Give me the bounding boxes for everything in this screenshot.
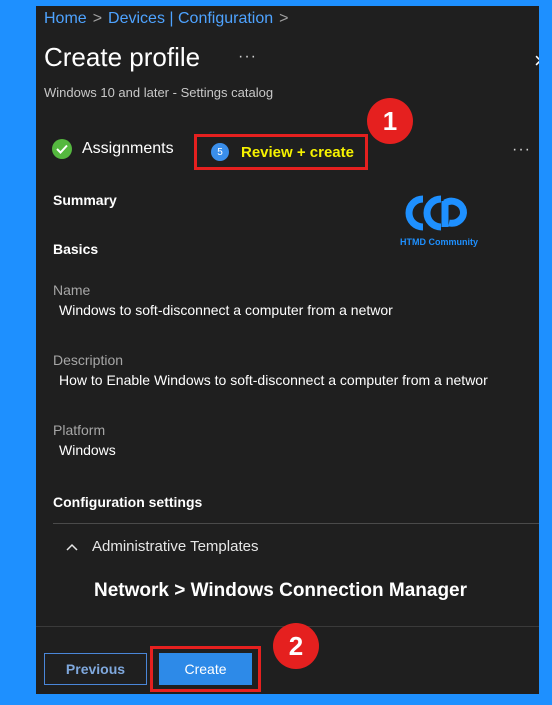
name-value: Windows to soft-disconnect a computer fr…: [59, 302, 393, 318]
annotation-badge-2: 2: [273, 623, 319, 669]
breadcrumb-devices-configuration-link[interactable]: Devices | Configuration: [108, 10, 273, 27]
settings-path-heading: Network > Windows Connection Manager: [94, 580, 468, 601]
accordion-label: Administrative Templates: [92, 538, 259, 555]
platform-label: Platform: [53, 422, 106, 438]
steps-more-icon[interactable]: ···: [512, 141, 531, 159]
logo-text: HTMD Community: [400, 237, 478, 247]
htmd-community-logo: HTMD Community: [399, 191, 479, 251]
description-label: Description: [53, 352, 124, 368]
create-button[interactable]: Create: [159, 653, 252, 685]
logo-mark-icon: [405, 195, 467, 231]
breadcrumb-home-link[interactable]: Home: [44, 10, 87, 27]
step-review-create[interactable]: 5 Review + create: [194, 134, 368, 170]
administrative-templates-accordion[interactable]: Administrative Templates: [66, 538, 258, 555]
page-title: Create profile: [44, 42, 201, 72]
summary-heading: Summary: [53, 192, 117, 208]
basics-heading: Basics: [53, 241, 99, 257]
step-assignments[interactable]: Assignments: [52, 139, 174, 159]
check-icon: [52, 139, 72, 159]
more-options-icon[interactable]: ···: [238, 48, 257, 66]
breadcrumb-separator: >: [92, 10, 103, 27]
chevron-up-icon: [66, 543, 78, 551]
close-icon[interactable]: ×: [534, 50, 539, 72]
configuration-settings-heading: Configuration settings: [53, 494, 203, 510]
breadcrumb: Home > Devices | Configuration >: [44, 10, 295, 28]
previous-button[interactable]: Previous: [44, 653, 147, 685]
platform-value: Windows: [59, 442, 116, 458]
page-subtitle: Windows 10 and later - Settings catalog: [44, 85, 274, 100]
step-number-icon: 5: [211, 143, 229, 161]
create-profile-panel: Home > Devices | Configuration > Create pro…: [36, 6, 539, 694]
step-assignments-label: Assignments: [82, 140, 174, 157]
step-review-create-label: Review + create: [241, 143, 354, 161]
breadcrumb-separator: >: [279, 10, 289, 27]
description-value: How to Enable Windows to soft-disconnect…: [59, 372, 488, 388]
name-label: Name: [53, 282, 91, 298]
annotation-badge-1: 1: [367, 98, 413, 144]
divider: [53, 523, 539, 524]
